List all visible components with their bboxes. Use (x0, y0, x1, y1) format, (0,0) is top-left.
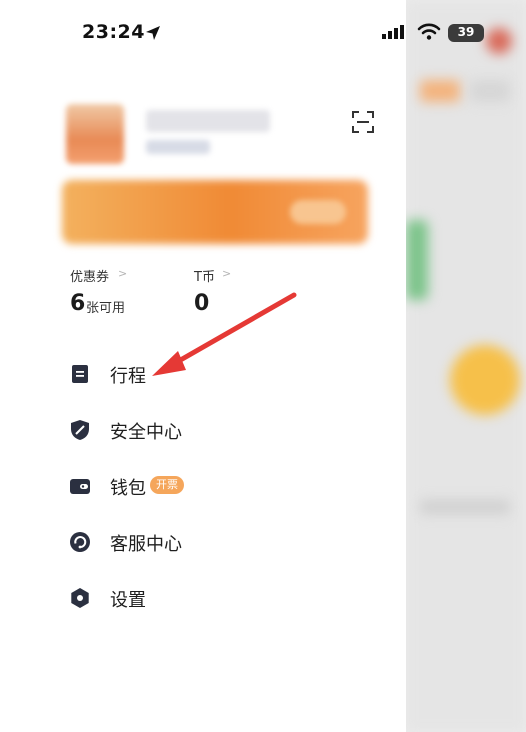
menu-item-label: 设置 (110, 590, 146, 611)
t-coins-label: T币 (194, 270, 215, 285)
wifi-icon (417, 23, 441, 40)
headset-icon (70, 532, 90, 552)
coupons-unit: 张可用 (86, 301, 126, 316)
battery-level: 39 (457, 25, 475, 39)
menu-item-label: 安全中心 (110, 422, 182, 443)
status-time: 23:24 (82, 21, 145, 43)
invoice-badge: 开票 (150, 476, 184, 494)
shield-icon (71, 420, 89, 440)
signal-icon (382, 25, 404, 39)
menu-item-label: 行程 (110, 366, 146, 387)
scan-icon[interactable] (352, 111, 374, 133)
document-icon (72, 365, 88, 383)
menu-item-label: 客服中心 (110, 534, 182, 555)
user-name-blurred (146, 110, 270, 132)
menu-item-label: 钱包 (110, 478, 146, 499)
menu-item-customer-service[interactable]: 客服中心 (68, 526, 368, 558)
chevron-right-icon: > (222, 267, 232, 280)
wallet-icon (70, 479, 90, 494)
location-arrow-icon (146, 26, 160, 40)
coupons-label: 优惠券 (70, 270, 110, 285)
menu-item-security-center[interactable]: 安全中心 (68, 414, 368, 446)
menu-item-wallet[interactable]: 钱包 开票 (68, 470, 368, 502)
chevron-right-icon: > (118, 267, 128, 280)
gear-icon (71, 588, 89, 608)
menu-item-settings[interactable]: 设置 (68, 582, 368, 614)
battery-indicator: 39 (448, 24, 484, 42)
promo-banner-button[interactable] (290, 200, 346, 224)
coupons-count: 6 (70, 291, 86, 316)
t-coins-count: 0 (194, 291, 210, 316)
avatar[interactable] (66, 104, 124, 164)
menu-item-trips[interactable]: 行程 (68, 358, 368, 390)
user-level-blurred (146, 140, 210, 154)
side-drawer: 23:24 优惠券 > 6 张可用 T币 > 0 行程 安全中心 钱包 开票 客… (0, 0, 406, 732)
